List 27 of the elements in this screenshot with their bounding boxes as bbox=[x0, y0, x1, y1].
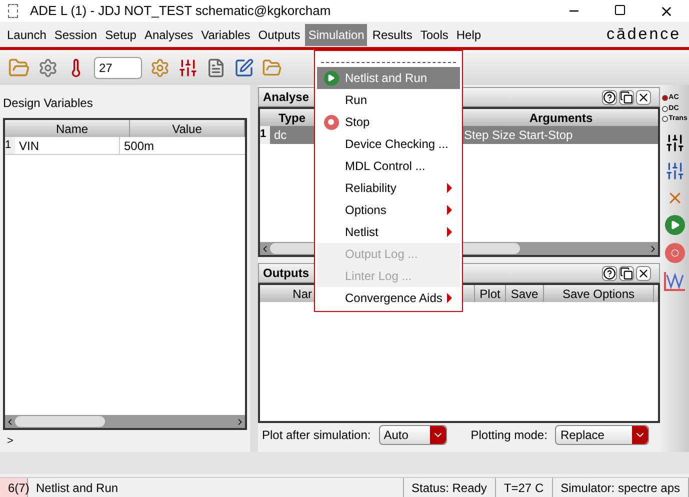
table-cell: VIN bbox=[15, 137, 120, 154]
status-field: 6(7) bbox=[0, 478, 28, 497]
command-prompt: > bbox=[7, 434, 14, 449]
table-cell-text: 500m bbox=[123, 138, 156, 154]
panel-title: Outputs bbox=[263, 265, 309, 282]
row-number: 1 bbox=[5, 137, 15, 154]
field-label: Plot after simulation: bbox=[262, 427, 371, 444]
column-header: Save Options bbox=[544, 285, 654, 302]
column-header: Plot bbox=[474, 285, 506, 302]
column-header: Type bbox=[277, 110, 307, 126]
window-title: ADE L (1) - JDJ NOT_TEST schematic@kgkorcham bbox=[30, 2, 331, 20]
column-header: Nar bbox=[292, 286, 312, 302]
status-field: Netlist and Run bbox=[28, 478, 404, 497]
field-label: Plotting mode: bbox=[470, 427, 548, 444]
row-number: 1 bbox=[260, 126, 270, 144]
section-title: Design Variables bbox=[3, 95, 94, 112]
column-header: Arguments bbox=[528, 110, 594, 126]
column-header: Value bbox=[130, 120, 245, 137]
status-field: Simulator: spectre aps bbox=[552, 478, 689, 497]
column-header: Name bbox=[15, 120, 130, 137]
panel-title: Analyse bbox=[263, 89, 310, 106]
brand-logo: cādence bbox=[606, 24, 681, 44]
column-header: Save bbox=[506, 285, 544, 302]
table-cell-text: dc bbox=[273, 127, 288, 144]
status-field: T=27 C bbox=[496, 478, 553, 497]
status-field: Status: Ready bbox=[404, 478, 496, 497]
table-cell-text: Step Size Start-Stop bbox=[464, 127, 573, 144]
